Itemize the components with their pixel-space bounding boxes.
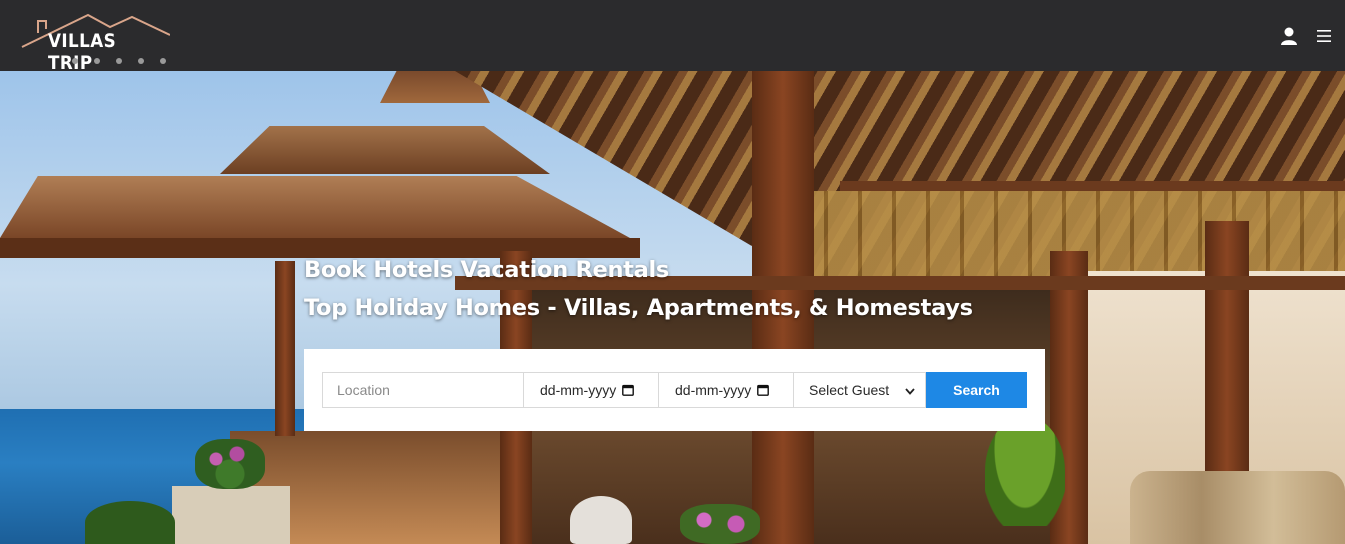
- logo-dot: [94, 57, 100, 64]
- logo-dot: [138, 57, 144, 64]
- guest-select-value: Select Guest: [809, 382, 890, 398]
- hero-image-bush: [85, 501, 175, 544]
- hero-image-pillar: [1205, 221, 1249, 471]
- hero-banner: Book Hotels Vacation Rentals Top Holiday…: [0, 71, 1345, 544]
- search-panel: Location dd-mm-yyyy dd-mm-yyyy Select Gu…: [304, 349, 1045, 431]
- hero-image-flowers: [680, 504, 760, 544]
- hero-image-statue: [570, 496, 632, 544]
- search-form: Location dd-mm-yyyy dd-mm-yyyy Select Gu…: [322, 372, 1027, 408]
- hero-image-beam: [840, 181, 1345, 191]
- search-button[interactable]: Search: [926, 372, 1027, 408]
- hero-image-roof-edge: [0, 238, 640, 258]
- checkout-date-input[interactable]: dd-mm-yyyy: [658, 372, 793, 408]
- hero-title-line2: Top Holiday Homes - Villas, Apartments, …: [304, 295, 973, 321]
- guest-select[interactable]: Select Guest: [793, 372, 926, 408]
- checkin-date-value: dd-mm-yyyy: [540, 382, 617, 398]
- hero-image-cushions: [1130, 471, 1345, 544]
- logo-text: VILLAS TRIP: [48, 29, 117, 74]
- checkin-date-input[interactable]: dd-mm-yyyy: [523, 372, 658, 408]
- user-icon[interactable]: [1281, 27, 1297, 45]
- hero-image-pillar: [275, 261, 295, 436]
- chevron-down-icon: [905, 382, 915, 398]
- villas-trip-logo[interactable]: VILLAS TRIP: [20, 5, 180, 74]
- hero-image-planter: [172, 486, 290, 544]
- calendar-icon[interactable]: [757, 384, 770, 396]
- checkout-date-value: dd-mm-yyyy: [675, 382, 752, 398]
- hero-image-palm: [985, 416, 1065, 526]
- logo-dot: [72, 57, 78, 64]
- top-navbar: VILLAS TRIP: [0, 0, 1345, 74]
- hero-image-flowers: [195, 439, 265, 489]
- hero-title-line1: Book Hotels Vacation Rentals: [304, 257, 670, 283]
- logo-dots: [72, 57, 166, 64]
- hero-image-roof: [220, 126, 550, 174]
- logo-dot: [116, 57, 122, 64]
- header-actions: [1281, 27, 1331, 45]
- calendar-icon[interactable]: [622, 384, 635, 396]
- hamburger-menu-icon[interactable]: [1317, 29, 1331, 42]
- logo-dot: [160, 57, 166, 64]
- hero-image-roof: [0, 176, 630, 238]
- location-input[interactable]: Location: [322, 372, 523, 408]
